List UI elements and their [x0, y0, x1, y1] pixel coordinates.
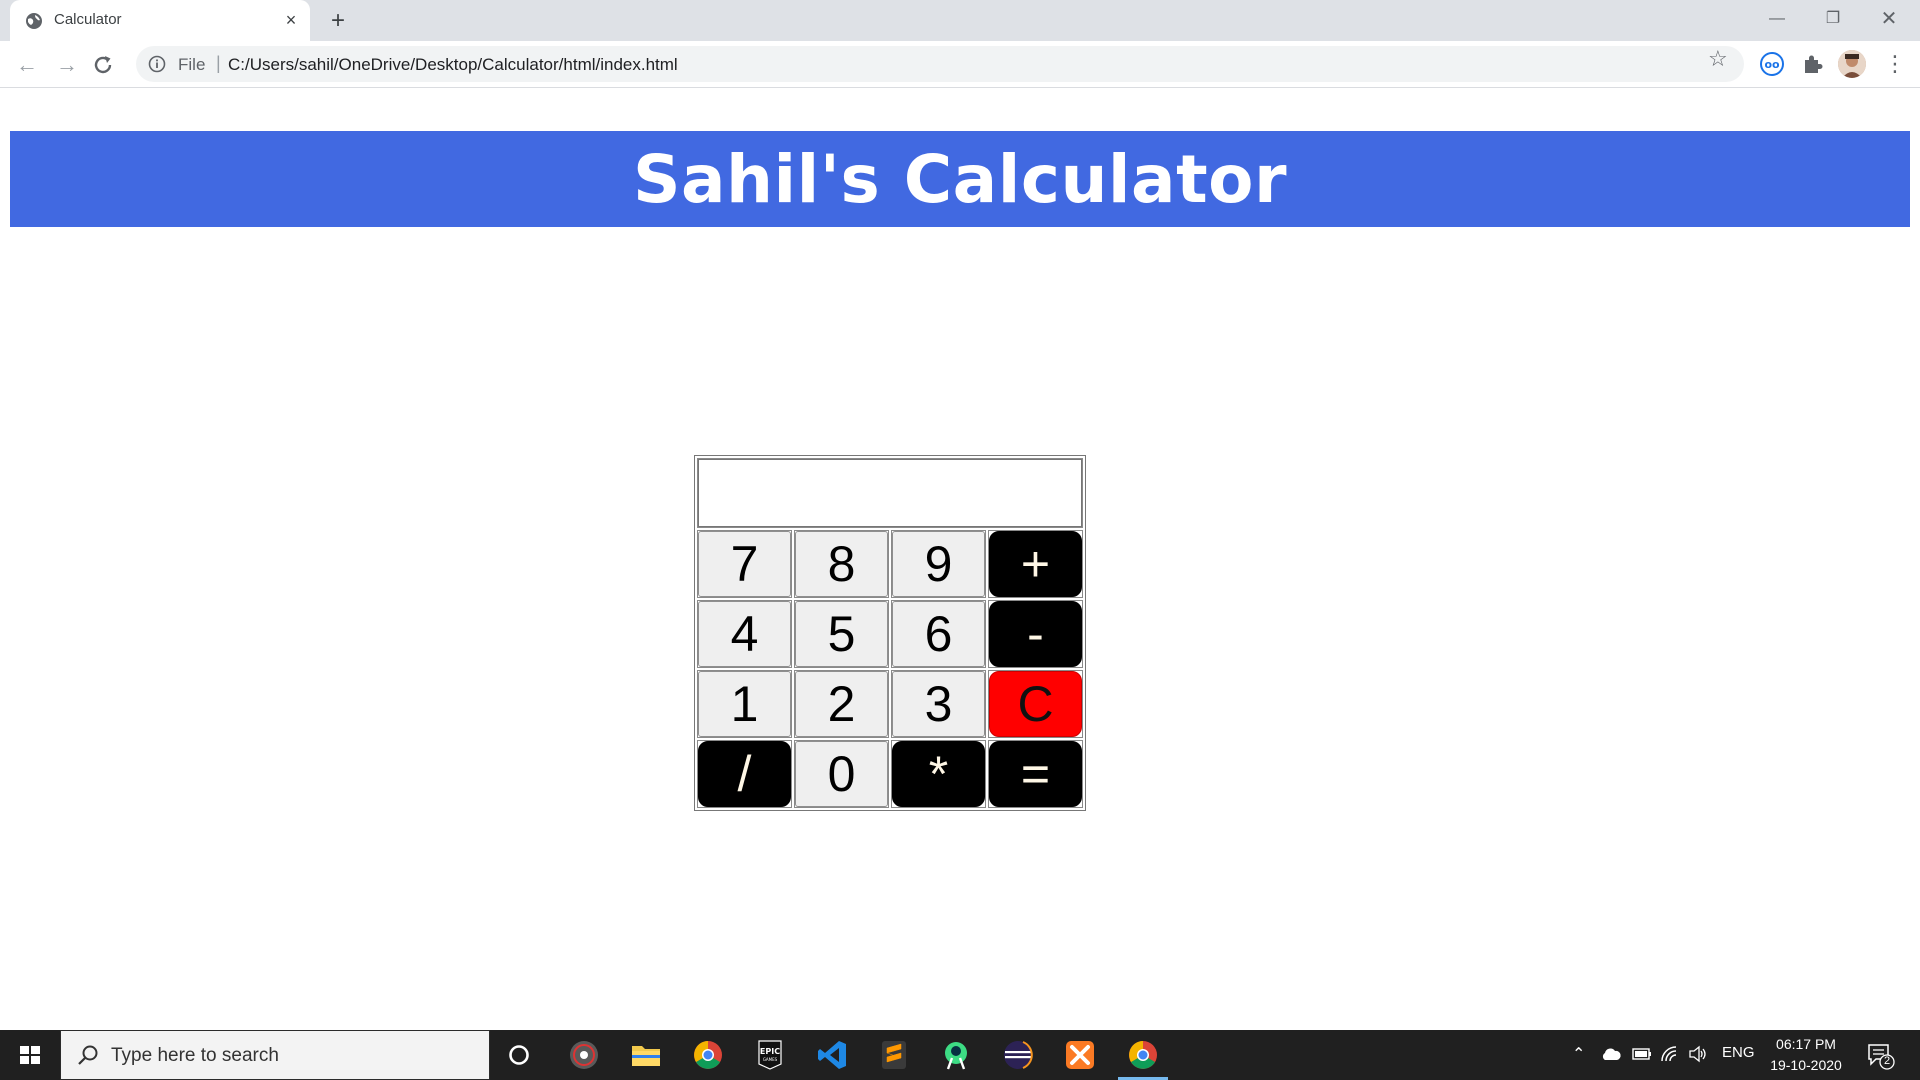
- clock[interactable]: 06:17 PM 19-10-2020: [1766, 1034, 1846, 1076]
- puzzle-icon[interactable]: [1800, 51, 1826, 77]
- close-icon[interactable]: ×: [280, 9, 302, 31]
- info-icon[interactable]: [148, 55, 166, 73]
- svg-text:EPIC: EPIC: [760, 1047, 780, 1056]
- key-equals[interactable]: =: [989, 741, 1082, 807]
- forward-arrow-icon[interactable]: →: [52, 50, 82, 80]
- eclipse-icon[interactable]: [1001, 1038, 1035, 1072]
- volume-icon[interactable]: [1688, 1045, 1708, 1063]
- tab-calculator[interactable]: Calculator ×: [10, 0, 310, 41]
- globe-icon: [26, 13, 42, 29]
- vscode-icon[interactable]: [815, 1038, 849, 1072]
- url-text[interactable]: C:/Users/sahil/OneDrive/Desktop/Calculat…: [228, 55, 678, 75]
- svg-text:GAMES: GAMES: [763, 1057, 778, 1062]
- tab-title: Calculator: [54, 11, 122, 28]
- search-placeholder: Type here to search: [111, 1045, 279, 1066]
- file-explorer-icon[interactable]: [629, 1038, 663, 1072]
- page-title: Sahil's Calculator: [632, 140, 1288, 218]
- search-icon: [78, 1045, 98, 1065]
- extension-icon[interactable]: oo: [1759, 51, 1785, 77]
- calculator-display[interactable]: [698, 459, 1082, 527]
- language-indicator[interactable]: ENG: [1722, 1044, 1755, 1061]
- notification-icon[interactable]: 2: [1866, 1042, 1896, 1070]
- chrome-icon-active[interactable]: [1126, 1038, 1160, 1072]
- window-close-icon[interactable]: ✕: [1872, 6, 1906, 32]
- address-bar[interactable]: File | C:/Users/sahil/OneDrive/Desktop/C…: [136, 46, 1744, 82]
- svg-text:oo: oo: [1764, 58, 1780, 71]
- chevron-up-icon[interactable]: ⌃: [1572, 1044, 1585, 1064]
- key-minus[interactable]: -: [989, 601, 1082, 667]
- onedrive-icon[interactable]: [1600, 1046, 1622, 1062]
- android-studio-icon[interactable]: [939, 1038, 973, 1072]
- clock-date: 19-10-2020: [1770, 1057, 1842, 1073]
- sublime-text-icon[interactable]: [877, 1038, 911, 1072]
- wifi-icon[interactable]: [1660, 1045, 1680, 1063]
- battery-icon[interactable]: [1632, 1047, 1652, 1061]
- minimize-icon[interactable]: —: [1760, 6, 1794, 32]
- key-7[interactable]: 7: [698, 531, 791, 597]
- key-multiply[interactable]: *: [892, 741, 985, 807]
- browser-toolbar: ← → File | C:/Users/sahil/OneDrive/Deskt…: [0, 41, 1920, 88]
- display-cell: [697, 458, 1083, 528]
- restore-icon[interactable]: ❐: [1816, 6, 1850, 32]
- tab-strip: Calculator × + — ❐ ✕: [0, 0, 1920, 41]
- url-separator: |: [216, 53, 221, 73]
- back-arrow-icon[interactable]: ←: [12, 50, 42, 80]
- key-clear[interactable]: C: [989, 671, 1082, 737]
- chrome-icon[interactable]: [691, 1038, 725, 1072]
- taskbar: Type here to search EPIC GAMES ⌃ ENG 06:…: [0, 1030, 1920, 1080]
- header-banner: Sahil's Calculator: [10, 131, 1910, 227]
- key-6[interactable]: 6: [892, 601, 985, 667]
- key-9[interactable]: 9: [892, 531, 985, 597]
- obs-icon[interactable]: [567, 1038, 601, 1072]
- epic-games-icon[interactable]: EPIC GAMES: [753, 1038, 787, 1072]
- more-icon[interactable]: ⋮: [1884, 47, 1906, 81]
- calculator: 7 8 9 + 4 5 6 - 1 2 3 C / 0 * =: [694, 455, 1086, 811]
- reload-icon[interactable]: [92, 54, 114, 76]
- key-8[interactable]: 8: [795, 531, 888, 597]
- key-divide[interactable]: /: [698, 741, 791, 807]
- plus-icon[interactable]: +: [324, 7, 352, 35]
- key-4[interactable]: 4: [698, 601, 791, 667]
- star-icon[interactable]: ☆: [1708, 46, 1728, 72]
- key-1[interactable]: 1: [698, 671, 791, 737]
- taskbar-search[interactable]: Type here to search: [60, 1030, 490, 1080]
- url-scheme: File: [178, 55, 206, 74]
- key-5[interactable]: 5: [795, 601, 888, 667]
- key-2[interactable]: 2: [795, 671, 888, 737]
- avatar[interactable]: [1838, 50, 1866, 78]
- notification-count: 2: [1883, 1055, 1891, 1067]
- key-0[interactable]: 0: [795, 741, 888, 807]
- cortana-icon[interactable]: [502, 1038, 536, 1072]
- web-page: Sahil's Calculator 7 8 9 + 4 5 6 - 1 2 3…: [0, 89, 1920, 1029]
- xampp-icon[interactable]: [1063, 1038, 1097, 1072]
- key-3[interactable]: 3: [892, 671, 985, 737]
- clock-time: 06:17 PM: [1776, 1036, 1836, 1052]
- windows-start-icon[interactable]: [0, 1030, 60, 1080]
- key-plus[interactable]: +: [989, 531, 1082, 597]
